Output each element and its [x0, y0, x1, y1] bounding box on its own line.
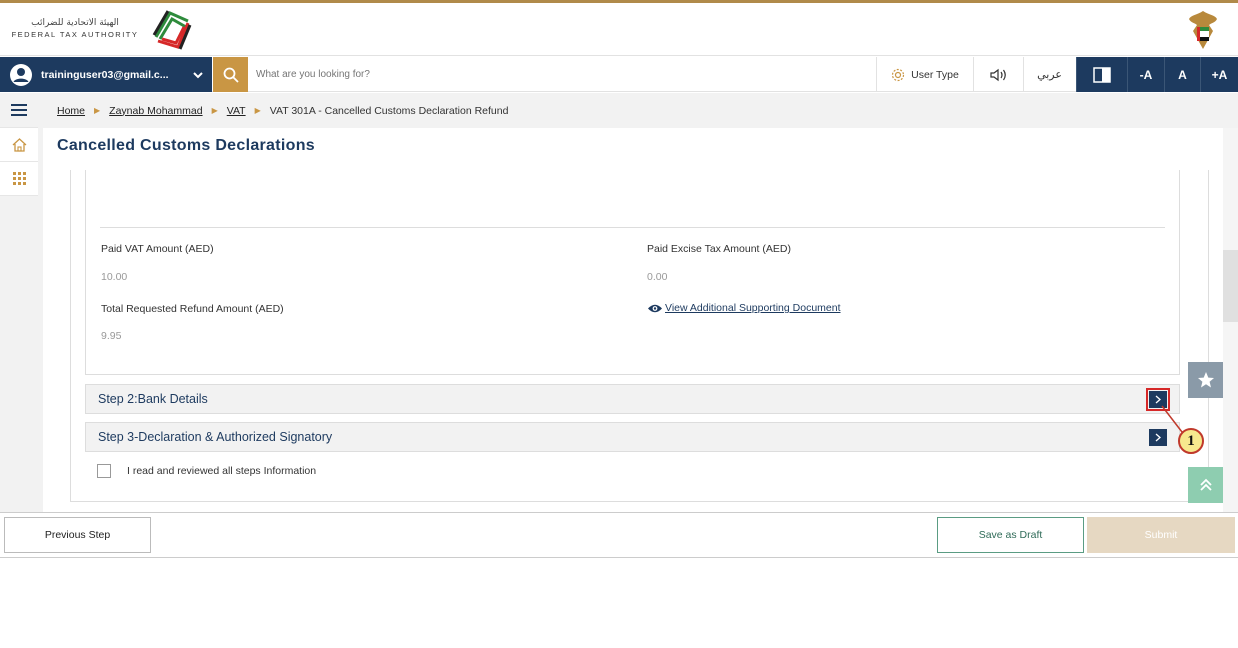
callout-number-badge: 1 — [1178, 428, 1204, 454]
previous-step-button[interactable]: Previous Step — [4, 517, 151, 553]
language-toggle-arabic[interactable]: عربي — [1023, 57, 1075, 92]
breadcrumb-separator-icon: ▶ — [254, 106, 261, 115]
step-3-expand-button[interactable] — [1149, 429, 1167, 446]
side-nav-apps[interactable] — [0, 162, 38, 196]
search-button[interactable] — [213, 57, 248, 92]
user-avatar-icon — [10, 63, 32, 86]
star-icon — [1197, 372, 1214, 388]
breadcrumb: Home ▶ Zaynab Mohammad ▶ VAT ▶ VAT 301A … — [43, 93, 1238, 128]
user-email: traininguser03@gmail.c... — [41, 68, 169, 81]
step-2-label: Step 2:Bank Details — [98, 392, 208, 406]
home-icon — [12, 137, 26, 152]
side-nav-home[interactable] — [0, 128, 38, 162]
chevron-right-icon — [1155, 433, 1161, 442]
speaker-icon — [989, 68, 1006, 81]
paid-excise-label: Paid Excise Tax Amount (AED) — [647, 243, 791, 255]
menu-icon — [11, 104, 27, 116]
step-3-declaration-header[interactable]: Step 3-Declaration & Authorized Signator… — [85, 422, 1180, 452]
submit-button[interactable]: Submit — [1087, 517, 1235, 553]
hamburger-menu-button[interactable] — [0, 93, 38, 128]
paid-excise-value: 0.00 — [647, 271, 668, 283]
review-confirmation-label: I read and reviewed all steps Informatio… — [127, 465, 317, 477]
breadcrumb-person-link[interactable]: Zaynab Mohammad — [109, 105, 202, 117]
step-2-expand-button[interactable] — [1146, 388, 1170, 411]
logo-arabic-text: الهيئة الاتحادية للضرائب — [31, 18, 119, 28]
eye-icon — [648, 304, 662, 312]
text-to-speech-button[interactable] — [973, 57, 1023, 92]
breadcrumb-vat-link[interactable]: VAT — [227, 105, 246, 117]
step-3-label: Step 3-Declaration & Authorized Signator… — [98, 430, 333, 444]
user-type-button[interactable]: User Type — [876, 57, 973, 92]
page-title: Cancelled Customs Declarations — [57, 137, 315, 154]
scroll-to-top-button[interactable] — [1188, 467, 1223, 503]
fta-logo-text[interactable]: الهيئة الاتحادية للضرائب FEDERAL TAX AUT… — [4, 17, 146, 40]
breadcrumb-separator-icon: ▶ — [211, 106, 218, 115]
font-increase-button[interactable]: +A — [1200, 57, 1238, 92]
total-refund-value: 9.95 — [101, 330, 122, 342]
favorite-button[interactable] — [1188, 362, 1223, 398]
chevron-right-icon — [1155, 395, 1161, 404]
user-account-dropdown[interactable]: traininguser03@gmail.c... — [0, 57, 212, 92]
grid-icon — [12, 172, 26, 185]
review-confirmation-row: I read and reviewed all steps Informatio… — [97, 464, 316, 478]
step-2-bank-details-header[interactable]: Step 2:Bank Details — [85, 384, 1180, 414]
search-input[interactable] — [256, 63, 856, 85]
form-footer: Previous Step Save as Draft Submit — [0, 512, 1238, 558]
total-refund-label: Total Requested Refund Amount (AED) — [101, 303, 284, 315]
step-1-panel — [85, 170, 1180, 375]
site-header: الهيئة الاتحادية للضرائب FEDERAL TAX AUT… — [0, 3, 1238, 56]
paid-vat-value: 10.00 — [101, 271, 128, 283]
breadcrumb-current: VAT 301A - Cancelled Customs Declaration… — [269, 104, 509, 117]
breadcrumb-home-link[interactable]: Home — [57, 105, 85, 117]
double-chevron-up-icon — [1199, 478, 1212, 491]
uae-emblem-icon — [1189, 11, 1217, 49]
logo-english-text: FEDERAL TAX AUTHORITY — [11, 30, 139, 39]
view-additional-document-label: View Additional Supporting Document — [665, 302, 841, 314]
chevron-down-icon — [193, 71, 203, 78]
view-additional-document-link[interactable]: View Additional Supporting Document — [647, 302, 841, 314]
search-icon — [223, 67, 239, 83]
side-nav — [0, 93, 43, 513]
scrollbar-thumb[interactable] — [1223, 250, 1238, 322]
user-type-label: User Type — [911, 68, 959, 81]
top-toolbar: traininguser03@gmail.c... User Type عربي… — [0, 57, 1238, 92]
save-draft-button[interactable]: Save as Draft — [937, 517, 1084, 553]
fta-logo-icon[interactable] — [148, 7, 196, 53]
section-divider — [100, 227, 1165, 228]
font-decrease-button[interactable]: -A — [1127, 57, 1164, 92]
gear-icon — [892, 68, 905, 81]
font-normal-button[interactable]: A — [1164, 57, 1200, 92]
paid-vat-label: Paid VAT Amount (AED) — [101, 243, 214, 255]
review-confirmation-checkbox[interactable] — [97, 464, 111, 478]
breadcrumb-separator-icon: ▶ — [94, 106, 101, 115]
contrast-icon — [1093, 66, 1111, 83]
contrast-toggle-button[interactable] — [1076, 57, 1127, 92]
